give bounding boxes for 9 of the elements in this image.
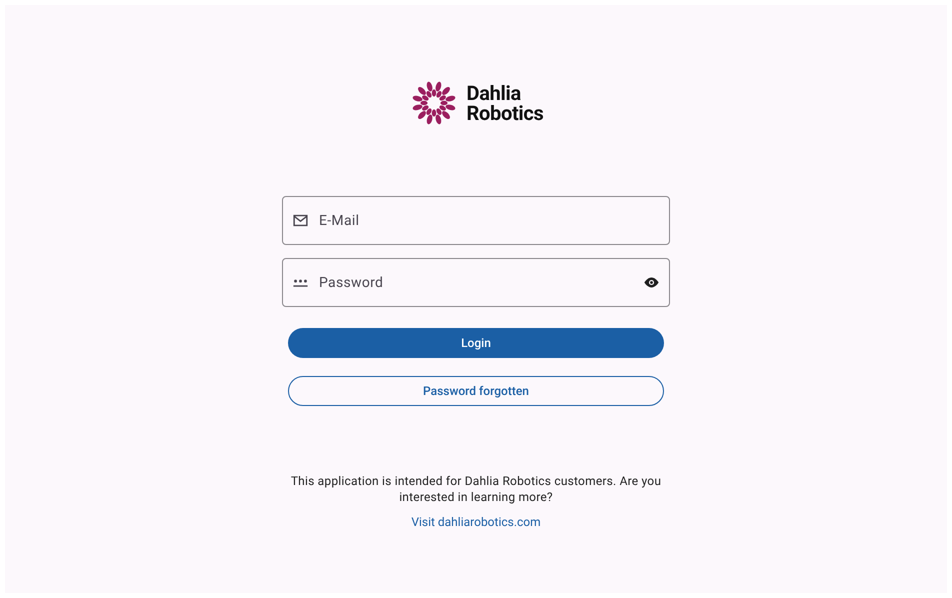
email-field[interactable]: E-Mail <box>282 196 670 245</box>
password-field[interactable]: Password <box>282 258 670 307</box>
brand-name: Robotics <box>466 103 544 123</box>
envelope-icon <box>292 212 309 229</box>
info-text: This application is intended for Dahlia Robotics customers. Are you interested in learning more? <box>290 473 662 505</box>
website-link[interactable]: Visit dahliarobotics.com <box>411 515 541 529</box>
password-forgotten-button[interactable]: Password forgotten <box>288 376 664 406</box>
login-button[interactable]: Login <box>288 328 664 358</box>
brand-name: Dahlia <box>466 83 522 103</box>
